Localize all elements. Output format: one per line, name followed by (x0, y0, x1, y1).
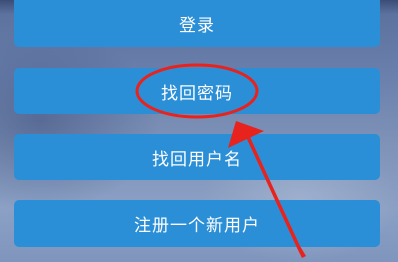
register-button[interactable]: 注册一个新用户 (14, 200, 380, 247)
register-button-label: 注册一个新用户 (134, 216, 260, 236)
login-button[interactable]: 登录 (14, 0, 380, 47)
find-username-button[interactable]: 找回用户名 (14, 134, 380, 180)
find-username-button-label: 找回用户名 (152, 149, 242, 170)
find-password-button-label: 找回密码 (161, 83, 233, 104)
login-button-label: 登录 (179, 16, 215, 36)
find-password-button[interactable]: 找回密码 (14, 68, 380, 114)
